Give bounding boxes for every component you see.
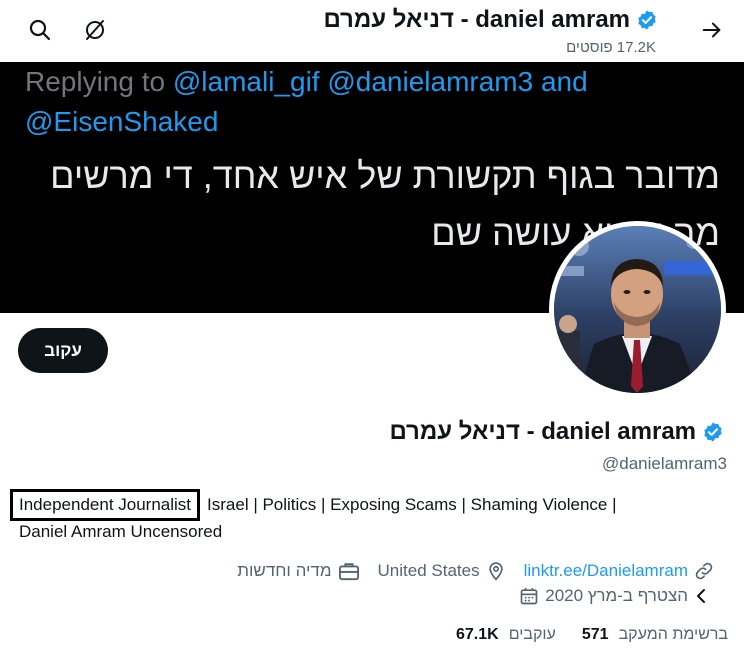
following-label: ברשימת המעקב: [618, 626, 728, 643]
banner-mention: @danielamram3: [327, 66, 534, 97]
search-button[interactable]: [22, 12, 58, 48]
top-bar: daniel amram - דניאל עמרם 17.2K פוסטים: [0, 0, 744, 62]
grok-button[interactable]: [77, 12, 113, 48]
profile-name: daniel amram - דניאל עמרם: [389, 418, 696, 445]
verified-badge-icon: [638, 10, 656, 30]
followers-label: עוקבים: [508, 626, 556, 643]
profile-handle: @danielamram3: [602, 454, 727, 473]
verified-badge-icon: [704, 422, 722, 442]
back-arrow-icon: [702, 22, 721, 38]
following-count: 571: [581, 626, 609, 643]
bio-line: Daniel Amram Uncensored: [19, 522, 223, 541]
header-title: daniel amram - דניאל עמרם: [323, 6, 630, 33]
avatar-photo: [554, 226, 721, 393]
profile-location: United States: [378, 561, 506, 581]
briefcase-icon: [338, 563, 359, 581]
profile-location-text: United States: [377, 561, 480, 580]
banner-and-word: and: [540, 66, 588, 97]
banner-mention: @lamali_gif: [172, 66, 320, 97]
bio-highlight: Independent Journalist: [10, 489, 201, 521]
bio-line: Independent Journalist Israel | Politics…: [10, 489, 617, 521]
profile-category-text: מדיה וחדשות: [237, 561, 332, 580]
profile-meta-row: linktr.ee/Danielamram United States מדיה…: [237, 561, 714, 581]
banner-mention: @EisenShaked: [25, 106, 219, 137]
followers-count: 67.1K: [456, 626, 499, 643]
profile-joined: הצטרף ב-מרץ 2020: [519, 586, 708, 606]
banner-hebrew-line: מדובר בגוף תקשורת של איש אחד, די מרשים: [50, 155, 720, 196]
banner-replying-line: Replying to @lamali_gif @danielamram3 an…: [25, 62, 588, 102]
avatar[interactable]: [549, 221, 726, 398]
link-icon: [695, 562, 713, 580]
profile-joined-text: הצטרף ב-מרץ 2020: [545, 586, 688, 605]
bio-text: Israel | Politics | Exposing Scams | Sha…: [207, 495, 617, 514]
calendar-icon: [520, 588, 538, 605]
follow-button[interactable]: עקוב: [18, 328, 108, 373]
following-stat[interactable]: ברשימת המעקב 571: [582, 626, 728, 644]
banner-replying-prefix: Replying to: [25, 66, 173, 97]
profile-link-text[interactable]: linktr.ee/Danielamram: [524, 561, 688, 581]
header-post-count: 17.2K פוסטים: [566, 39, 656, 56]
profile-stats: ברשימת המעקב 571 עוקבים 67.1K: [456, 626, 728, 644]
chevron-left-icon: [697, 589, 705, 603]
header-title-group: daniel amram - דניאל עמרם: [323, 6, 658, 34]
profile-name-row: daniel amram - דניאל עמרם: [389, 418, 724, 446]
location-pin-icon: [488, 562, 503, 581]
back-button[interactable]: [694, 12, 730, 48]
profile-category: מדיה וחדשות: [237, 561, 359, 581]
search-icon: [29, 19, 51, 41]
profile-link[interactable]: linktr.ee/Danielamram: [524, 561, 714, 581]
followers-stat[interactable]: עוקבים 67.1K: [456, 626, 556, 644]
grok-icon: [86, 20, 104, 40]
